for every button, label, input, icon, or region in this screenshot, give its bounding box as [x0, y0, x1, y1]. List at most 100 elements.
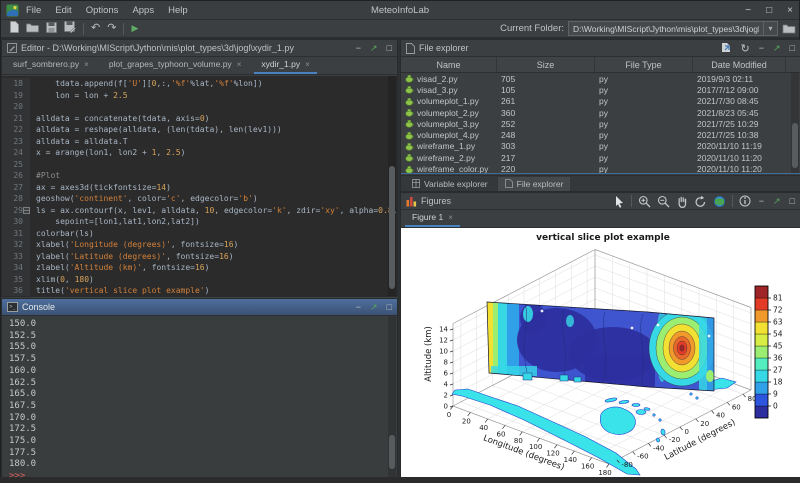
undo-button[interactable]: ↶ — [91, 23, 100, 34]
figures-float-button[interactable]: ↗ — [773, 196, 781, 207]
code-text: ax = axes3d(tickfontsize=14) — [30, 182, 171, 194]
line-number: 27 — [2, 182, 30, 194]
line-number: 28 — [2, 193, 30, 205]
py-file-icon — [405, 119, 414, 128]
redo-button[interactable]: ↷ — [107, 23, 116, 34]
folder-dropdown-button[interactable]: ▾ — [764, 21, 778, 36]
close-icon[interactable]: × — [237, 60, 242, 69]
editor-scrollbar[interactable] — [388, 76, 396, 296]
close-icon[interactable]: × — [448, 213, 453, 222]
close-icon[interactable]: × — [305, 60, 310, 69]
menu-edit[interactable]: Edit — [48, 1, 78, 19]
console-icon: >_ — [7, 302, 18, 312]
console-output[interactable]: 150.0152.5155.0157.5160.0162.5165.0167.5… — [2, 316, 397, 477]
console-line: 160.0 — [9, 366, 397, 378]
current-folder-label: Current Folder: — [500, 23, 564, 34]
figures-minimize-button[interactable]: − — [759, 196, 764, 206]
editor-maximize-button[interactable]: □ — [387, 43, 392, 53]
editor-tab-label: xydir_1.py — [261, 59, 300, 69]
pan-hand-icon[interactable] — [676, 195, 688, 208]
figures-maximize-button[interactable]: □ — [790, 196, 795, 206]
console-minimize-button[interactable]: − — [356, 302, 361, 312]
save-as-button[interactable] — [64, 20, 76, 38]
bottom-tab-file-explorer[interactable]: File explorer — [498, 177, 571, 191]
svg-text:6: 6 — [444, 370, 449, 378]
editor-tab-plot_grapes_typhoon_volume.py[interactable]: plot_grapes_typhoon_volume.py× — [102, 57, 249, 74]
new-file-button[interactable] — [9, 20, 19, 38]
refresh-button[interactable]: ↻ — [741, 42, 750, 55]
editor-tab-xydir_1.py[interactable]: xydir_1.py × — [254, 57, 316, 74]
column-header-size[interactable]: Size — [497, 57, 595, 72]
column-header-file-type[interactable]: File Type — [595, 57, 693, 72]
file-explorer-maximize-button[interactable]: □ — [790, 43, 795, 53]
menu-file[interactable]: File — [19, 1, 48, 19]
console-maximize-button[interactable]: □ — [387, 302, 392, 312]
console-float-button[interactable]: ↗ — [370, 302, 378, 313]
table-row[interactable]: visad_3.py105py2017/7/12 09:00 — [401, 84, 792, 95]
table-cell: 303 — [497, 141, 595, 151]
menu-options[interactable]: Options — [79, 1, 126, 19]
globe-icon[interactable] — [713, 195, 726, 208]
code-text: xlim(0, 180) — [30, 274, 94, 286]
table-cell: 105 — [497, 85, 595, 95]
open-in-editor-button[interactable] — [721, 42, 732, 55]
info-icon[interactable] — [739, 195, 751, 207]
table-row[interactable]: volumeplot_1.py261py2021/7/30 08:45 — [401, 96, 792, 107]
column-header-date-modified[interactable]: Date Modified — [693, 57, 786, 72]
browse-folder-button[interactable] — [782, 23, 796, 34]
run-script-button[interactable]: ▶ — [131, 23, 138, 34]
zoom-in-icon[interactable] — [638, 195, 651, 208]
console-panel-title: Console — [22, 302, 55, 312]
menu-apps[interactable]: Apps — [125, 1, 161, 19]
open-folder-button[interactable] — [26, 20, 39, 38]
table-row[interactable]: wireframe_2.py217py2020/11/10 11:20 — [401, 152, 792, 163]
code-text: alldata = alldata.T — [30, 136, 128, 148]
editor-scrollbar-thumb[interactable] — [389, 166, 395, 289]
table-row[interactable]: wireframe_color.py220py2020/11/10 11:20 — [401, 163, 792, 173]
figures-panel: Figures − ↗ □ Figure 1 × — [400, 192, 800, 478]
column-header-name[interactable]: Name — [401, 57, 497, 72]
file-explorer-minimize-button[interactable]: − — [759, 43, 764, 53]
table-row[interactable]: visad_2.py705py2019/9/3 02:11 — [401, 73, 792, 84]
svg-text:-20: -20 — [669, 436, 680, 444]
editor-float-button[interactable]: ↗ — [370, 43, 378, 54]
console-scrollbar-thumb[interactable] — [389, 435, 395, 469]
file-table-scrollbar-thumb[interactable] — [792, 123, 798, 168]
window-minimize-button[interactable]: − — [745, 5, 751, 16]
table-row[interactable]: wireframe_1.py303py2020/11/10 11:19 — [401, 141, 792, 152]
table-row[interactable]: volumeplot_4.py248py2021/7/25 10:38 — [401, 129, 792, 140]
code-line: 35xlim(0, 180) — [2, 274, 397, 286]
line-number: 18 — [2, 78, 30, 90]
close-icon[interactable]: × — [84, 60, 89, 69]
svg-text:40: 40 — [716, 412, 725, 420]
menu-help[interactable]: Help — [161, 1, 195, 19]
cursor-tool-icon[interactable] — [613, 195, 625, 208]
console-scrollbar[interactable] — [388, 316, 396, 477]
editor-minimize-button[interactable]: − — [356, 43, 361, 53]
tab-figure-1[interactable]: Figure 1 × — [405, 210, 460, 227]
file-name-cell: visad_3.py — [401, 85, 497, 95]
file-table-header: NameSizeFile TypeDate Modified — [401, 57, 800, 73]
bottom-tab-variable-explorer[interactable]: Variable explorer — [405, 177, 495, 191]
file-explorer-float-button[interactable]: ↗ — [773, 43, 781, 54]
code-lines: 18 tdata.append(f['U'][0,:,'%f'%lat,'%f'… — [2, 78, 397, 296]
table-row[interactable]: volumeplot_3.py252py2021/7/25 10:29 — [401, 118, 792, 129]
zoom-out-icon[interactable] — [657, 195, 670, 208]
figure-plot-area[interactable]: 02468101214Altitude (km)0204060801001201… — [401, 228, 800, 477]
table-row[interactable]: volumeplot_2.py360py2021/8/23 05:45 — [401, 107, 792, 118]
window-maximize-button[interactable]: □ — [766, 5, 772, 16]
rotate-icon[interactable] — [694, 195, 707, 208]
window-close-button[interactable]: × — [787, 5, 793, 16]
save-button[interactable] — [46, 20, 57, 38]
editor-tab-surf_sombrero.py[interactable]: surf_sombrero.py× — [6, 57, 96, 74]
code-editor[interactable]: 18 tdata.append(f['U'][0,:,'%f'%lat,'%f'… — [2, 76, 397, 296]
figures-toolbar-separator — [732, 195, 733, 207]
table-cell: 2021/7/30 08:45 — [693, 96, 786, 106]
table-cell: py — [595, 141, 693, 151]
file-name-cell: volumeplot_3.py — [401, 119, 497, 129]
current-folder-input[interactable] — [568, 21, 764, 36]
file-table-scrollbar[interactable] — [791, 73, 799, 173]
svg-text:36: 36 — [773, 354, 783, 363]
fold-marker[interactable] — [23, 207, 30, 214]
table-cell: 2020/11/10 11:20 — [693, 153, 786, 163]
